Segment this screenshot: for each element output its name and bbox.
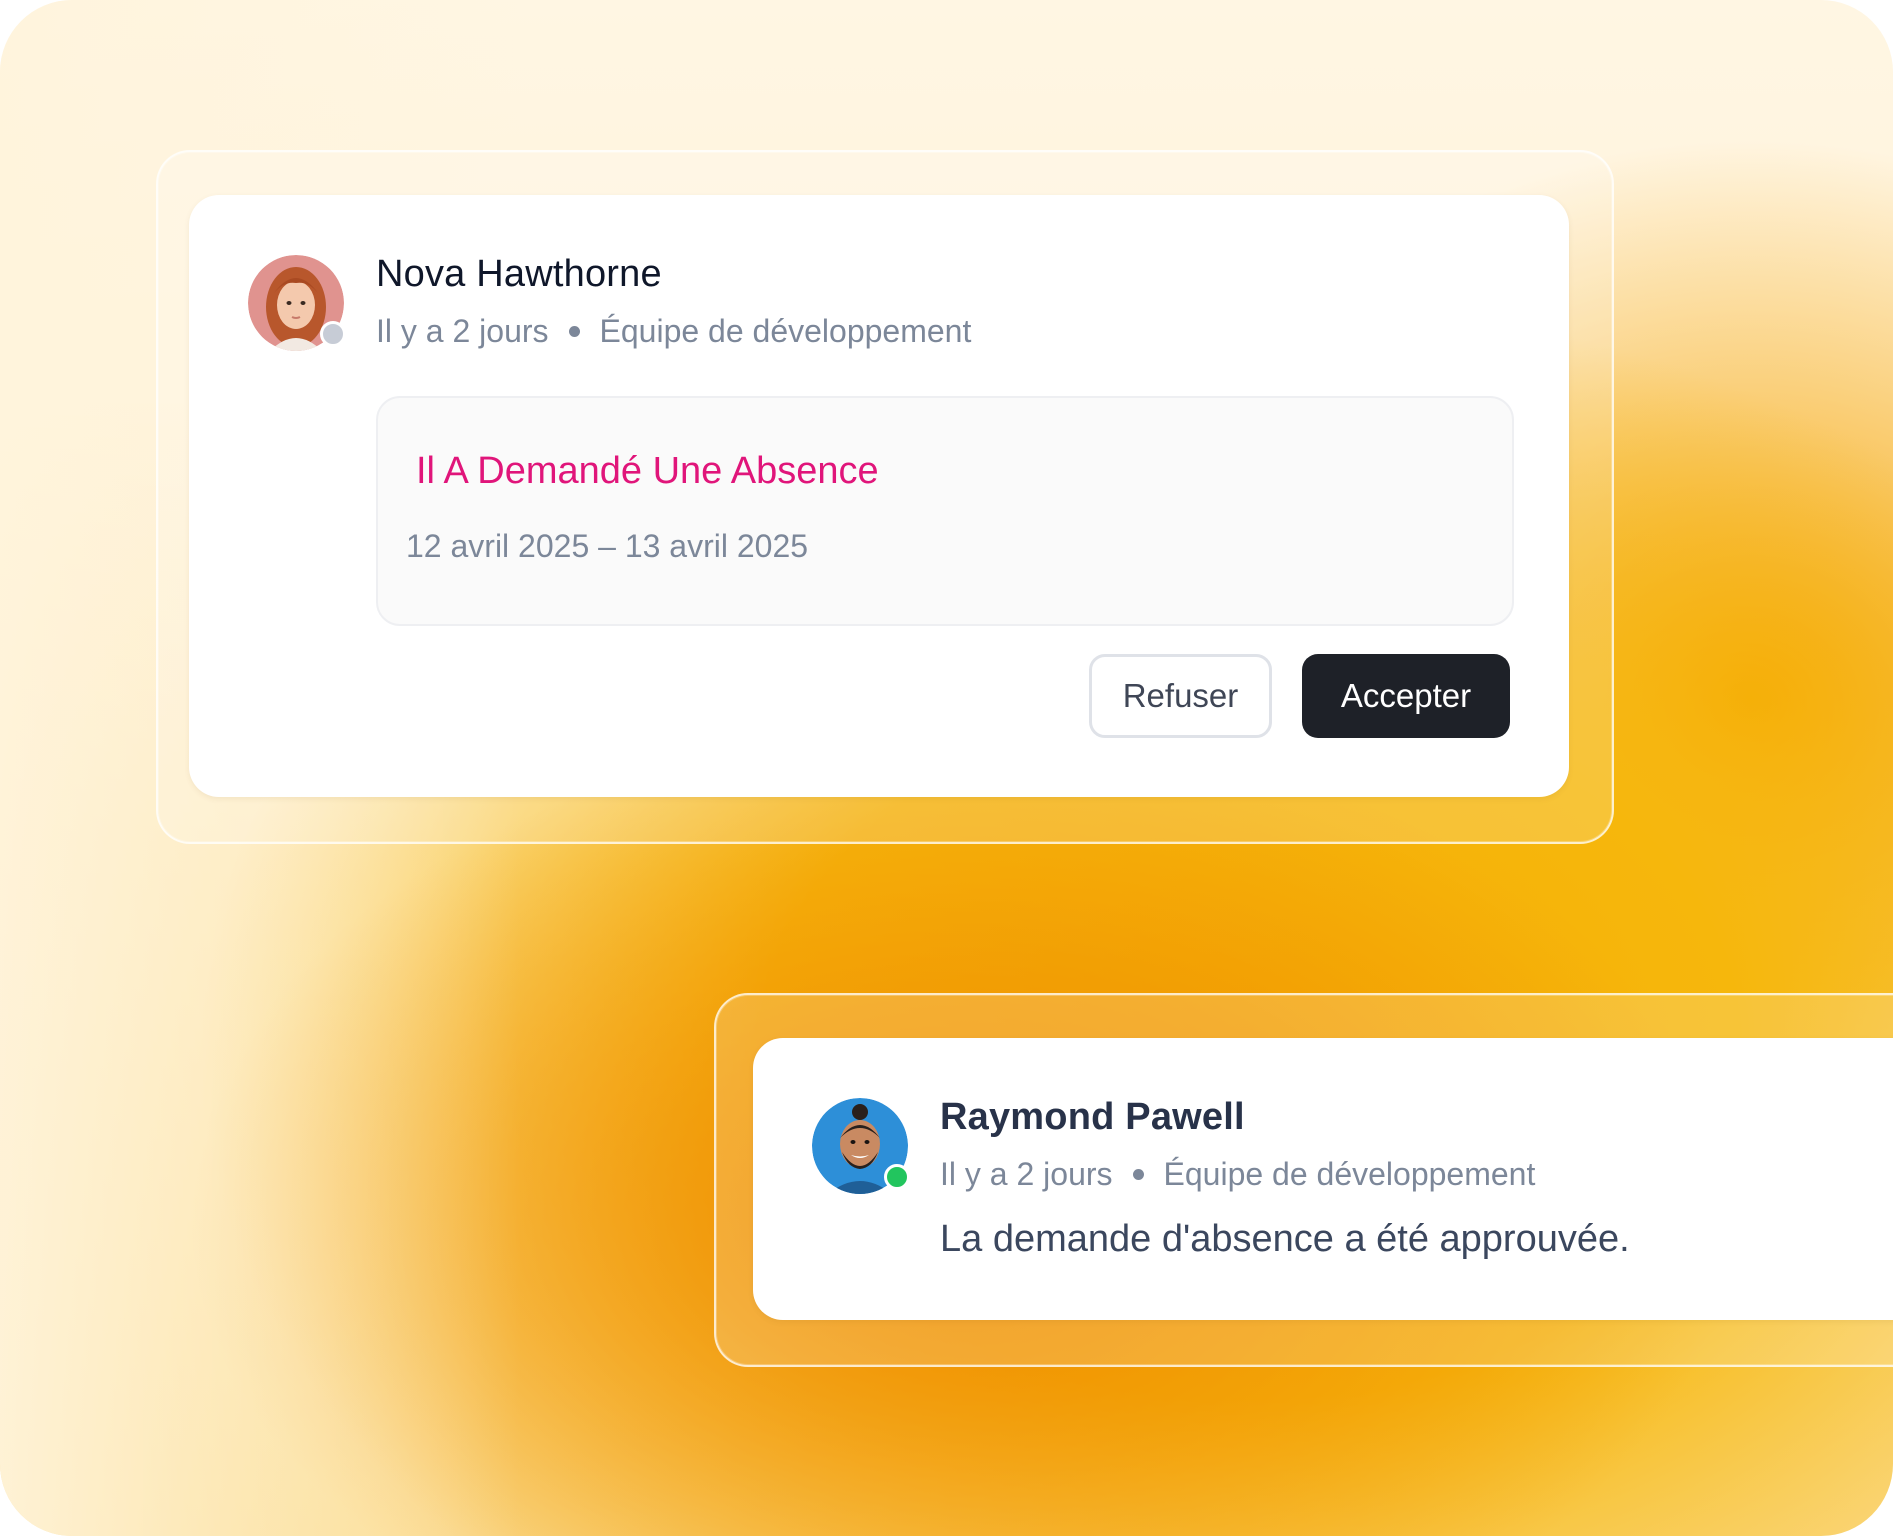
user-name: Raymond Pawell [940,1096,1245,1138]
team-name: Équipe de développement [1163,1156,1536,1192]
status-indicator-offline [320,321,346,347]
separator-dot [568,326,580,337]
request-meta: Il y a 2 jours Équipe de développement [376,313,971,350]
status-indicator-online [884,1164,910,1190]
separator-dot [1132,1169,1144,1180]
approval-meta: Il y a 2 jours Équipe de développement [940,1156,1535,1193]
time-ago: Il y a 2 jours [940,1156,1113,1192]
request-card: Nova Hawthorne Il y a 2 jours Équipe de … [189,195,1569,797]
avatar[interactable] [248,255,346,351]
time-ago: Il y a 2 jours [376,313,549,349]
team-name: Équipe de développement [599,313,972,349]
refuse-button[interactable]: Refuser [1089,654,1272,738]
request-details-box: Il A Demandé Une Absence 12 avril 2025 –… [376,396,1514,626]
user-name: Nova Hawthorne [376,253,662,295]
request-dates: 12 avril 2025 – 13 avril 2025 [406,528,809,564]
accept-button[interactable]: Accepter [1302,654,1510,738]
approval-message: La demande d'absence a été approuvée. [940,1218,1630,1260]
request-title: Il A Demandé Une Absence [416,450,879,492]
approval-card: Raymond Pawell Il y a 2 jours Équipe de … [753,1038,1893,1320]
background-canvas: Nova Hawthorne Il y a 2 jours Équipe de … [0,0,1893,1536]
avatar[interactable] [812,1098,910,1194]
